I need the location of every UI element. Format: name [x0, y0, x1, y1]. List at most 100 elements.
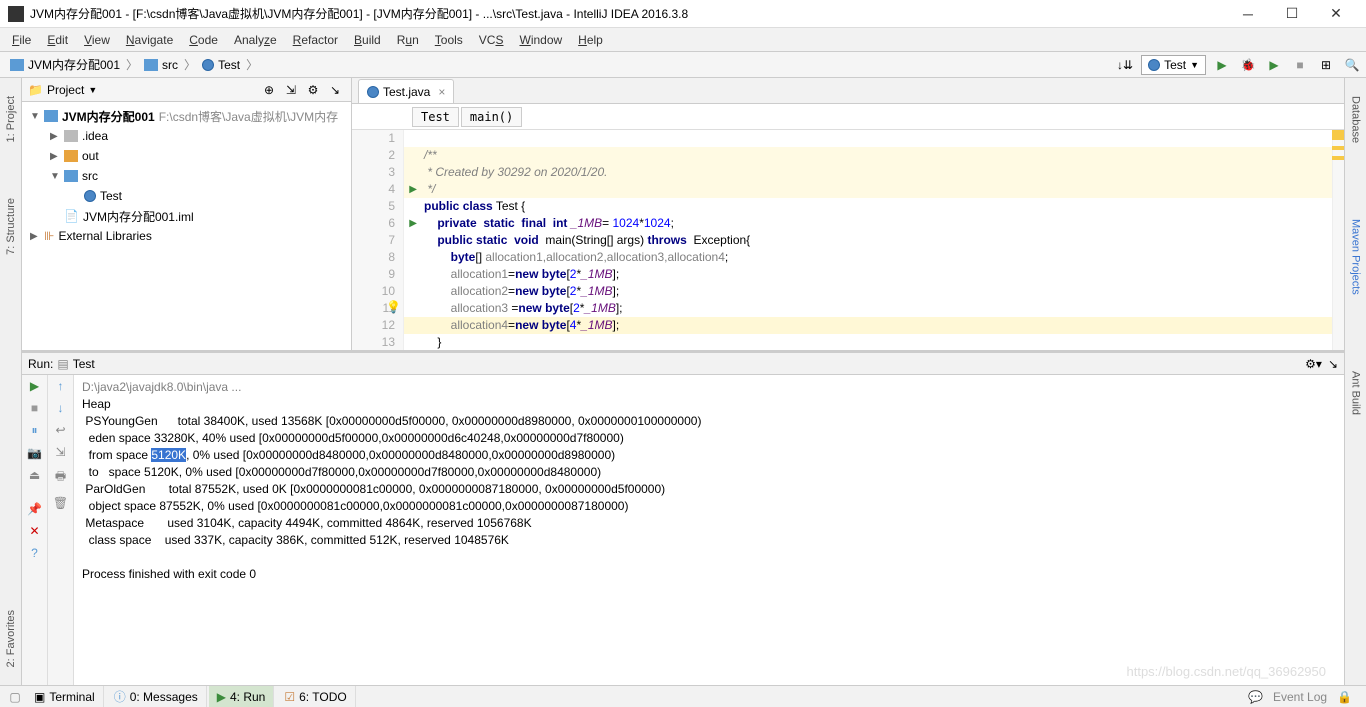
status-icon[interactable]: ▢: [6, 690, 24, 704]
up-button[interactable]: ↑: [58, 379, 64, 393]
tree-external-libs[interactable]: ▶ ⊪ External Libraries: [22, 226, 351, 246]
console-line: object space 87552K, 0% used [0x00000000…: [82, 499, 628, 513]
folder-icon: [144, 59, 158, 71]
tree-iml[interactable]: 📄 JVM内存分配001.iml: [22, 206, 351, 226]
folder-icon: [10, 59, 24, 71]
run-secondary-toolbar: ↑ ↓ ↩ ⇲ 🖶 🗑: [48, 375, 74, 685]
run-button[interactable]: ▶: [1212, 55, 1232, 75]
status-label: 0: Messages: [130, 690, 198, 704]
run-gutter-icon[interactable]: ▶: [409, 181, 417, 198]
crumb-class[interactable]: Test: [412, 107, 459, 127]
structure-button[interactable]: ⊞: [1316, 55, 1336, 75]
run-gutter-icon[interactable]: ▶: [409, 215, 417, 232]
menu-build[interactable]: Build: [346, 31, 389, 49]
menu-window[interactable]: Window: [511, 31, 570, 49]
hide-button[interactable]: ↘: [325, 80, 345, 100]
error-stripe[interactable]: [1332, 130, 1344, 350]
menu-view[interactable]: View: [76, 31, 118, 49]
pin-button[interactable]: 📌: [27, 502, 42, 516]
menu-analyze[interactable]: Analyze: [226, 31, 285, 49]
menu-tools[interactable]: Tools: [427, 31, 471, 49]
lock-icon[interactable]: 🔒: [1337, 690, 1352, 704]
intention-bulb-icon[interactable]: 💡: [386, 300, 401, 314]
close-button[interactable]: ✕: [1326, 4, 1346, 24]
breadcrumb-file[interactable]: Test: [196, 56, 246, 74]
chevron-down-icon[interactable]: ▼: [88, 85, 97, 95]
scroll-from-source-button[interactable]: ⊕: [259, 80, 279, 100]
code-editor[interactable]: 1234▶56▶78910111213 /** * Created by 302…: [352, 130, 1344, 350]
tree-idea[interactable]: ▶ .idea: [22, 126, 351, 146]
status-todo[interactable]: ☑ 6: TODO: [276, 686, 355, 707]
pause-button[interactable]: ⏸: [31, 423, 37, 438]
project-tree[interactable]: ▼ JVM内存分配001 F:\csdn博客\Java虚拟机\JVM内存 ▶ .…: [22, 102, 351, 350]
menu-run[interactable]: Run: [389, 31, 427, 49]
coverage-button[interactable]: ▶: [1264, 55, 1284, 75]
tool-favorites[interactable]: 2: Favorites: [5, 602, 17, 675]
expand-arrow-icon[interactable]: ▶: [50, 151, 60, 162]
editor-tab-test[interactable]: Test.java ×: [358, 79, 454, 103]
help-button[interactable]: ?: [31, 546, 38, 560]
clear-button[interactable]: 🗑: [53, 496, 68, 510]
status-eventlog[interactable]: Event Log: [1273, 690, 1327, 704]
tool-database[interactable]: Database: [1350, 88, 1362, 151]
menu-navigate[interactable]: Navigate: [118, 31, 181, 49]
collapse-all-button[interactable]: ⇲: [281, 80, 301, 100]
dump-button[interactable]: 📷: [27, 446, 42, 460]
crumb-method[interactable]: main(): [461, 107, 522, 127]
hide-button[interactable]: ↘: [1328, 357, 1338, 371]
scroll-end-button[interactable]: ⇲: [55, 445, 65, 459]
status-messages[interactable]: ⓘ 0: Messages: [106, 686, 207, 707]
debug-button[interactable]: 🐞: [1238, 55, 1258, 75]
code-content[interactable]: /** * Created by 30292 on 2020/1/20. */p…: [404, 130, 1344, 350]
expand-arrow-icon[interactable]: ▶: [30, 231, 40, 242]
menu-help[interactable]: Help: [570, 31, 611, 49]
expand-arrow-icon[interactable]: ▼: [30, 111, 40, 122]
breadcrumb-root-label: JVM内存分配001: [28, 56, 120, 73]
minimize-button[interactable]: ─: [1238, 4, 1258, 24]
breadcrumb-root[interactable]: JVM内存分配001: [4, 54, 126, 75]
tool-project[interactable]: 1: Project: [5, 88, 17, 150]
eventlog-icon[interactable]: 💬: [1248, 690, 1263, 704]
search-button[interactable]: 🔍: [1342, 55, 1362, 75]
stop-button[interactable]: ■: [31, 401, 38, 415]
project-tool-window: 📁 Project ▼ ⊕ ⇲ ⚙ ↘ ▼ JVM内存分配001: [22, 78, 352, 350]
make-button[interactable]: ↓⇊: [1115, 55, 1135, 75]
tree-test[interactable]: Test: [22, 186, 351, 206]
status-terminal[interactable]: ▣ Terminal: [26, 686, 104, 707]
menu-edit[interactable]: Edit: [39, 31, 76, 49]
console-output[interactable]: D:\java2\javajdk8.0\bin\java ... Heap PS…: [74, 375, 1344, 685]
rerun-button[interactable]: ▶: [30, 379, 39, 393]
stop-button[interactable]: ■: [1290, 55, 1310, 75]
tool-maven[interactable]: Maven Projects: [1350, 211, 1362, 303]
print-button[interactable]: 🖶: [55, 467, 66, 488]
tree-out[interactable]: ▶ out: [22, 146, 351, 166]
status-run[interactable]: ▶ 4: Run: [209, 686, 275, 707]
close-tab-button[interactable]: ×: [438, 85, 445, 99]
exit-button[interactable]: ⏏: [29, 468, 40, 482]
tool-structure[interactable]: 7: Structure: [5, 190, 17, 263]
down-button[interactable]: ↓: [58, 401, 64, 415]
tool-ant[interactable]: Ant Build: [1350, 363, 1362, 423]
expand-arrow-icon[interactable]: ▶: [50, 131, 60, 142]
gear-icon[interactable]: ⚙▾: [1305, 357, 1322, 371]
folder-icon: [64, 150, 78, 162]
menu-code[interactable]: Code: [181, 31, 226, 49]
expand-arrow-icon[interactable]: ▼: [50, 171, 60, 182]
class-icon: [367, 86, 379, 98]
tree-label: out: [82, 149, 99, 163]
menu-file[interactable]: File: [4, 31, 39, 49]
tree-src[interactable]: ▼ src: [22, 166, 351, 186]
close-button[interactable]: ✕: [29, 524, 39, 538]
console-line: PSYoungGen total 38400K, used 13568K [0x…: [82, 414, 701, 428]
breadcrumb-sep: 〉: [126, 56, 138, 73]
soft-wrap-button[interactable]: ↩: [55, 423, 65, 437]
run-config-selector[interactable]: Test ▼: [1141, 55, 1206, 75]
gear-icon[interactable]: ⚙: [303, 80, 323, 100]
menu-refactor[interactable]: Refactor: [285, 31, 346, 49]
breadcrumb-src[interactable]: src: [138, 56, 184, 74]
tree-root[interactable]: ▼ JVM内存分配001 F:\csdn博客\Java虚拟机\JVM内存: [22, 106, 351, 126]
status-label: 6: TODO: [299, 690, 347, 704]
maximize-button[interactable]: ☐: [1282, 4, 1302, 24]
line-gutter[interactable]: 1234▶56▶78910111213: [352, 130, 404, 350]
menu-vcs[interactable]: VCS: [471, 31, 512, 49]
